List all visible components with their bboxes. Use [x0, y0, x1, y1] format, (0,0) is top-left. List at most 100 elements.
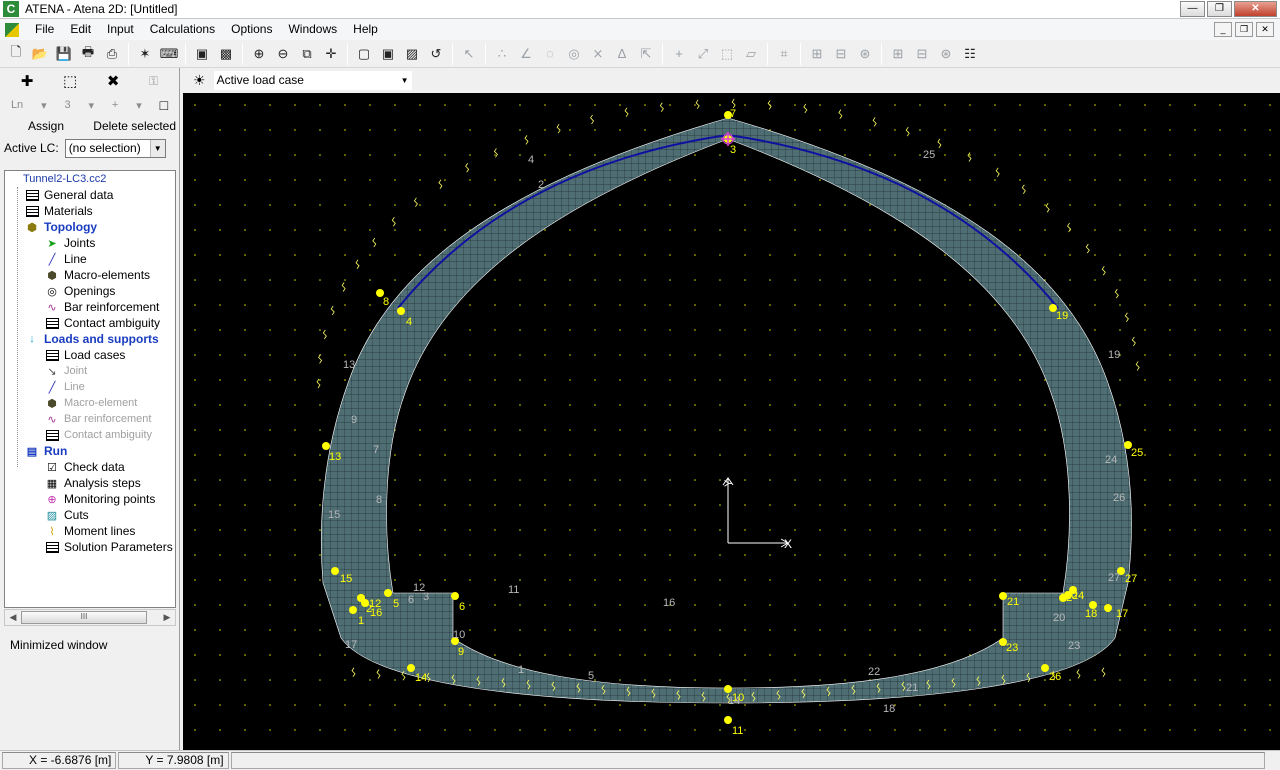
add-point-icon[interactable]: +: [668, 43, 690, 65]
tree-item-line[interactable]: ╱ Line: [5, 251, 175, 267]
add-segment-icon[interactable]: ⤢: [692, 43, 714, 65]
active-lc-select[interactable]: (no selection) ▼: [64, 138, 166, 158]
tree-item-openings[interactable]: ◎ Openings: [5, 283, 175, 299]
tree-item-solution-parameters[interactable]: Solution Parameters: [5, 539, 175, 555]
add-rect-icon[interactable]: ⬚: [716, 43, 738, 65]
scroll-right-icon[interactable]: ▶: [159, 612, 175, 623]
zoom-all-icon[interactable]: ▢: [353, 43, 375, 65]
open-folder-icon[interactable]: 📂: [29, 43, 51, 65]
new-file-icon[interactable]: 🗋: [5, 43, 27, 65]
gear-icon[interactable]: ☀: [193, 72, 206, 89]
doc-restore-button[interactable]: ❐: [1235, 22, 1253, 37]
tree-item-joint[interactable]: ↘ Joint: [5, 363, 175, 379]
scroll-thumb[interactable]: III: [21, 611, 147, 624]
keyboard-icon[interactable]: ⌨: [158, 43, 180, 65]
joint-marker[interactable]: [1064, 591, 1072, 599]
assign-button[interactable]: Assign: [28, 119, 64, 133]
ln-dropdown[interactable]: Ln: [11, 99, 23, 111]
joint-marker[interactable]: [724, 716, 732, 724]
tree-item-general-data[interactable]: General data: [5, 187, 175, 203]
select-bar-icon[interactable]: ⨯: [587, 43, 609, 65]
tunnel-model-drawing[interactable]: 1234567891011121314151617181920212223242…: [183, 93, 1280, 750]
select-opening-icon[interactable]: ◎: [563, 43, 585, 65]
zoom-in-icon[interactable]: ⊕: [248, 43, 270, 65]
close-button[interactable]: ✕: [1234, 1, 1277, 17]
joint-marker[interactable]: [361, 599, 369, 607]
num-dropdown[interactable]: 3: [64, 99, 70, 111]
zoom-out-icon[interactable]: ⊖: [272, 43, 294, 65]
window-icon[interactable]: □: [160, 97, 168, 113]
doc-close-button[interactable]: ✕: [1256, 22, 1274, 37]
tree-horizontal-scrollbar[interactable]: ◀ III ▶: [4, 609, 176, 626]
tree-item-loads-and-supports[interactable]: ↓ Loads and supports: [5, 331, 175, 347]
tree-item-load-cases[interactable]: Load cases: [5, 347, 175, 363]
print-preview-icon[interactable]: 🖶: [77, 43, 99, 65]
minus-box-icon[interactable]: ⊟: [911, 43, 933, 65]
minimized-window-label[interactable]: Minimized window: [10, 638, 107, 652]
joint-marker[interactable]: [724, 685, 732, 693]
text-box-icon[interactable]: ☷: [959, 43, 981, 65]
tree-item-run[interactable]: ▤ Run: [5, 443, 175, 459]
select-line-icon[interactable]: ∠: [515, 43, 537, 65]
tree-item-contact-ambiguity[interactable]: Contact ambiguity: [5, 315, 175, 331]
drawing-canvas[interactable]: 1234567891011121314151617181920212223242…: [183, 93, 1280, 750]
restore-button[interactable]: ❐: [1207, 1, 1232, 17]
chevron-down-icon[interactable]: ▾: [41, 99, 47, 112]
zoom-extents-icon[interactable]: ▨: [401, 43, 423, 65]
save-icon[interactable]: 💾: [53, 43, 75, 65]
doc-minimize-button[interactable]: _: [1214, 22, 1232, 37]
chevron-down-icon[interactable]: ▼: [149, 139, 165, 157]
select-joint-icon[interactable]: ∴: [491, 43, 513, 65]
select-arrow-icon[interactable]: ↖: [458, 43, 480, 65]
chevron-down-icon[interactable]: ▾: [136, 99, 142, 112]
add-window-icon[interactable]: ⊞: [806, 43, 828, 65]
joint-marker[interactable]: [1104, 604, 1112, 612]
window-find-icon[interactable]: ▩: [215, 43, 237, 65]
chevron-down-icon[interactable]: ▼: [398, 76, 412, 85]
remove-window-icon[interactable]: ⊟: [830, 43, 852, 65]
joint-marker[interactable]: [451, 592, 459, 600]
tree-item-macro-elements[interactable]: ⬢ Macro-elements: [5, 267, 175, 283]
joint-marker[interactable]: [407, 664, 415, 672]
tree-item-contact-ambiguity[interactable]: Contact ambiguity: [5, 427, 175, 443]
delete-x-icon[interactable]: ✖: [107, 72, 120, 90]
tree-item-monitoring-points[interactable]: ⊕ Monitoring points: [5, 491, 175, 507]
select-macro-icon[interactable]: ◌: [539, 43, 561, 65]
tree-item-check-data[interactable]: ☑ Check data: [5, 459, 175, 475]
select-support-icon[interactable]: ∆: [611, 43, 633, 65]
tree-item-cuts[interactable]: ▨ Cuts: [5, 507, 175, 523]
tree-item-bar-reinforcement[interactable]: ∿ Bar reinforcement: [5, 299, 175, 315]
tree-root[interactable]: Tunnel2-LC3.cc2: [5, 171, 175, 187]
snap-grid-icon[interactable]: ⌗: [773, 43, 795, 65]
menu-help[interactable]: Help: [345, 19, 386, 40]
tree-item-macro-element[interactable]: ⬢ Macro-element: [5, 395, 175, 411]
chevron-down-icon[interactable]: ▾: [88, 99, 94, 112]
tree-item-topology[interactable]: ⬢ Topology: [5, 219, 175, 235]
joint-marker[interactable]: [322, 442, 330, 450]
tree-item-bar-reinforcement[interactable]: ∿ Bar reinforcement: [5, 411, 175, 427]
joint-marker[interactable]: [331, 567, 339, 575]
print-icon[interactable]: ⎙: [101, 43, 123, 65]
menu-input[interactable]: Input: [99, 19, 142, 40]
menu-windows[interactable]: Windows: [280, 19, 345, 40]
delete-selected-button[interactable]: Delete selected: [93, 119, 176, 133]
tree-item-materials[interactable]: Materials: [5, 203, 175, 219]
menu-file[interactable]: File: [27, 19, 62, 40]
select-load-icon[interactable]: ⇱: [635, 43, 657, 65]
scroll-left-icon[interactable]: ◀: [5, 612, 21, 623]
joint-marker[interactable]: [349, 606, 357, 614]
lock-icon[interactable]: ⚿: [149, 74, 158, 89]
zoom-fit-icon[interactable]: ▣: [377, 43, 399, 65]
add-poly-icon[interactable]: ▱: [740, 43, 762, 65]
load-case-select[interactable]: Active load case ▼: [213, 70, 412, 90]
plus-dropdown[interactable]: +: [112, 99, 118, 111]
star-window-icon[interactable]: ⊛: [854, 43, 876, 65]
window-tile-icon[interactable]: ▣: [191, 43, 213, 65]
tree-item-moment-lines[interactable]: ⌇ Moment lines: [5, 523, 175, 539]
pan-icon[interactable]: ✛: [320, 43, 342, 65]
mesh-icon[interactable]: ✶: [134, 43, 156, 65]
joint-marker[interactable]: [999, 592, 1007, 600]
joint-marker[interactable]: [384, 589, 392, 597]
move-icon[interactable]: ✚: [21, 72, 34, 90]
joint-marker[interactable]: [1041, 664, 1049, 672]
